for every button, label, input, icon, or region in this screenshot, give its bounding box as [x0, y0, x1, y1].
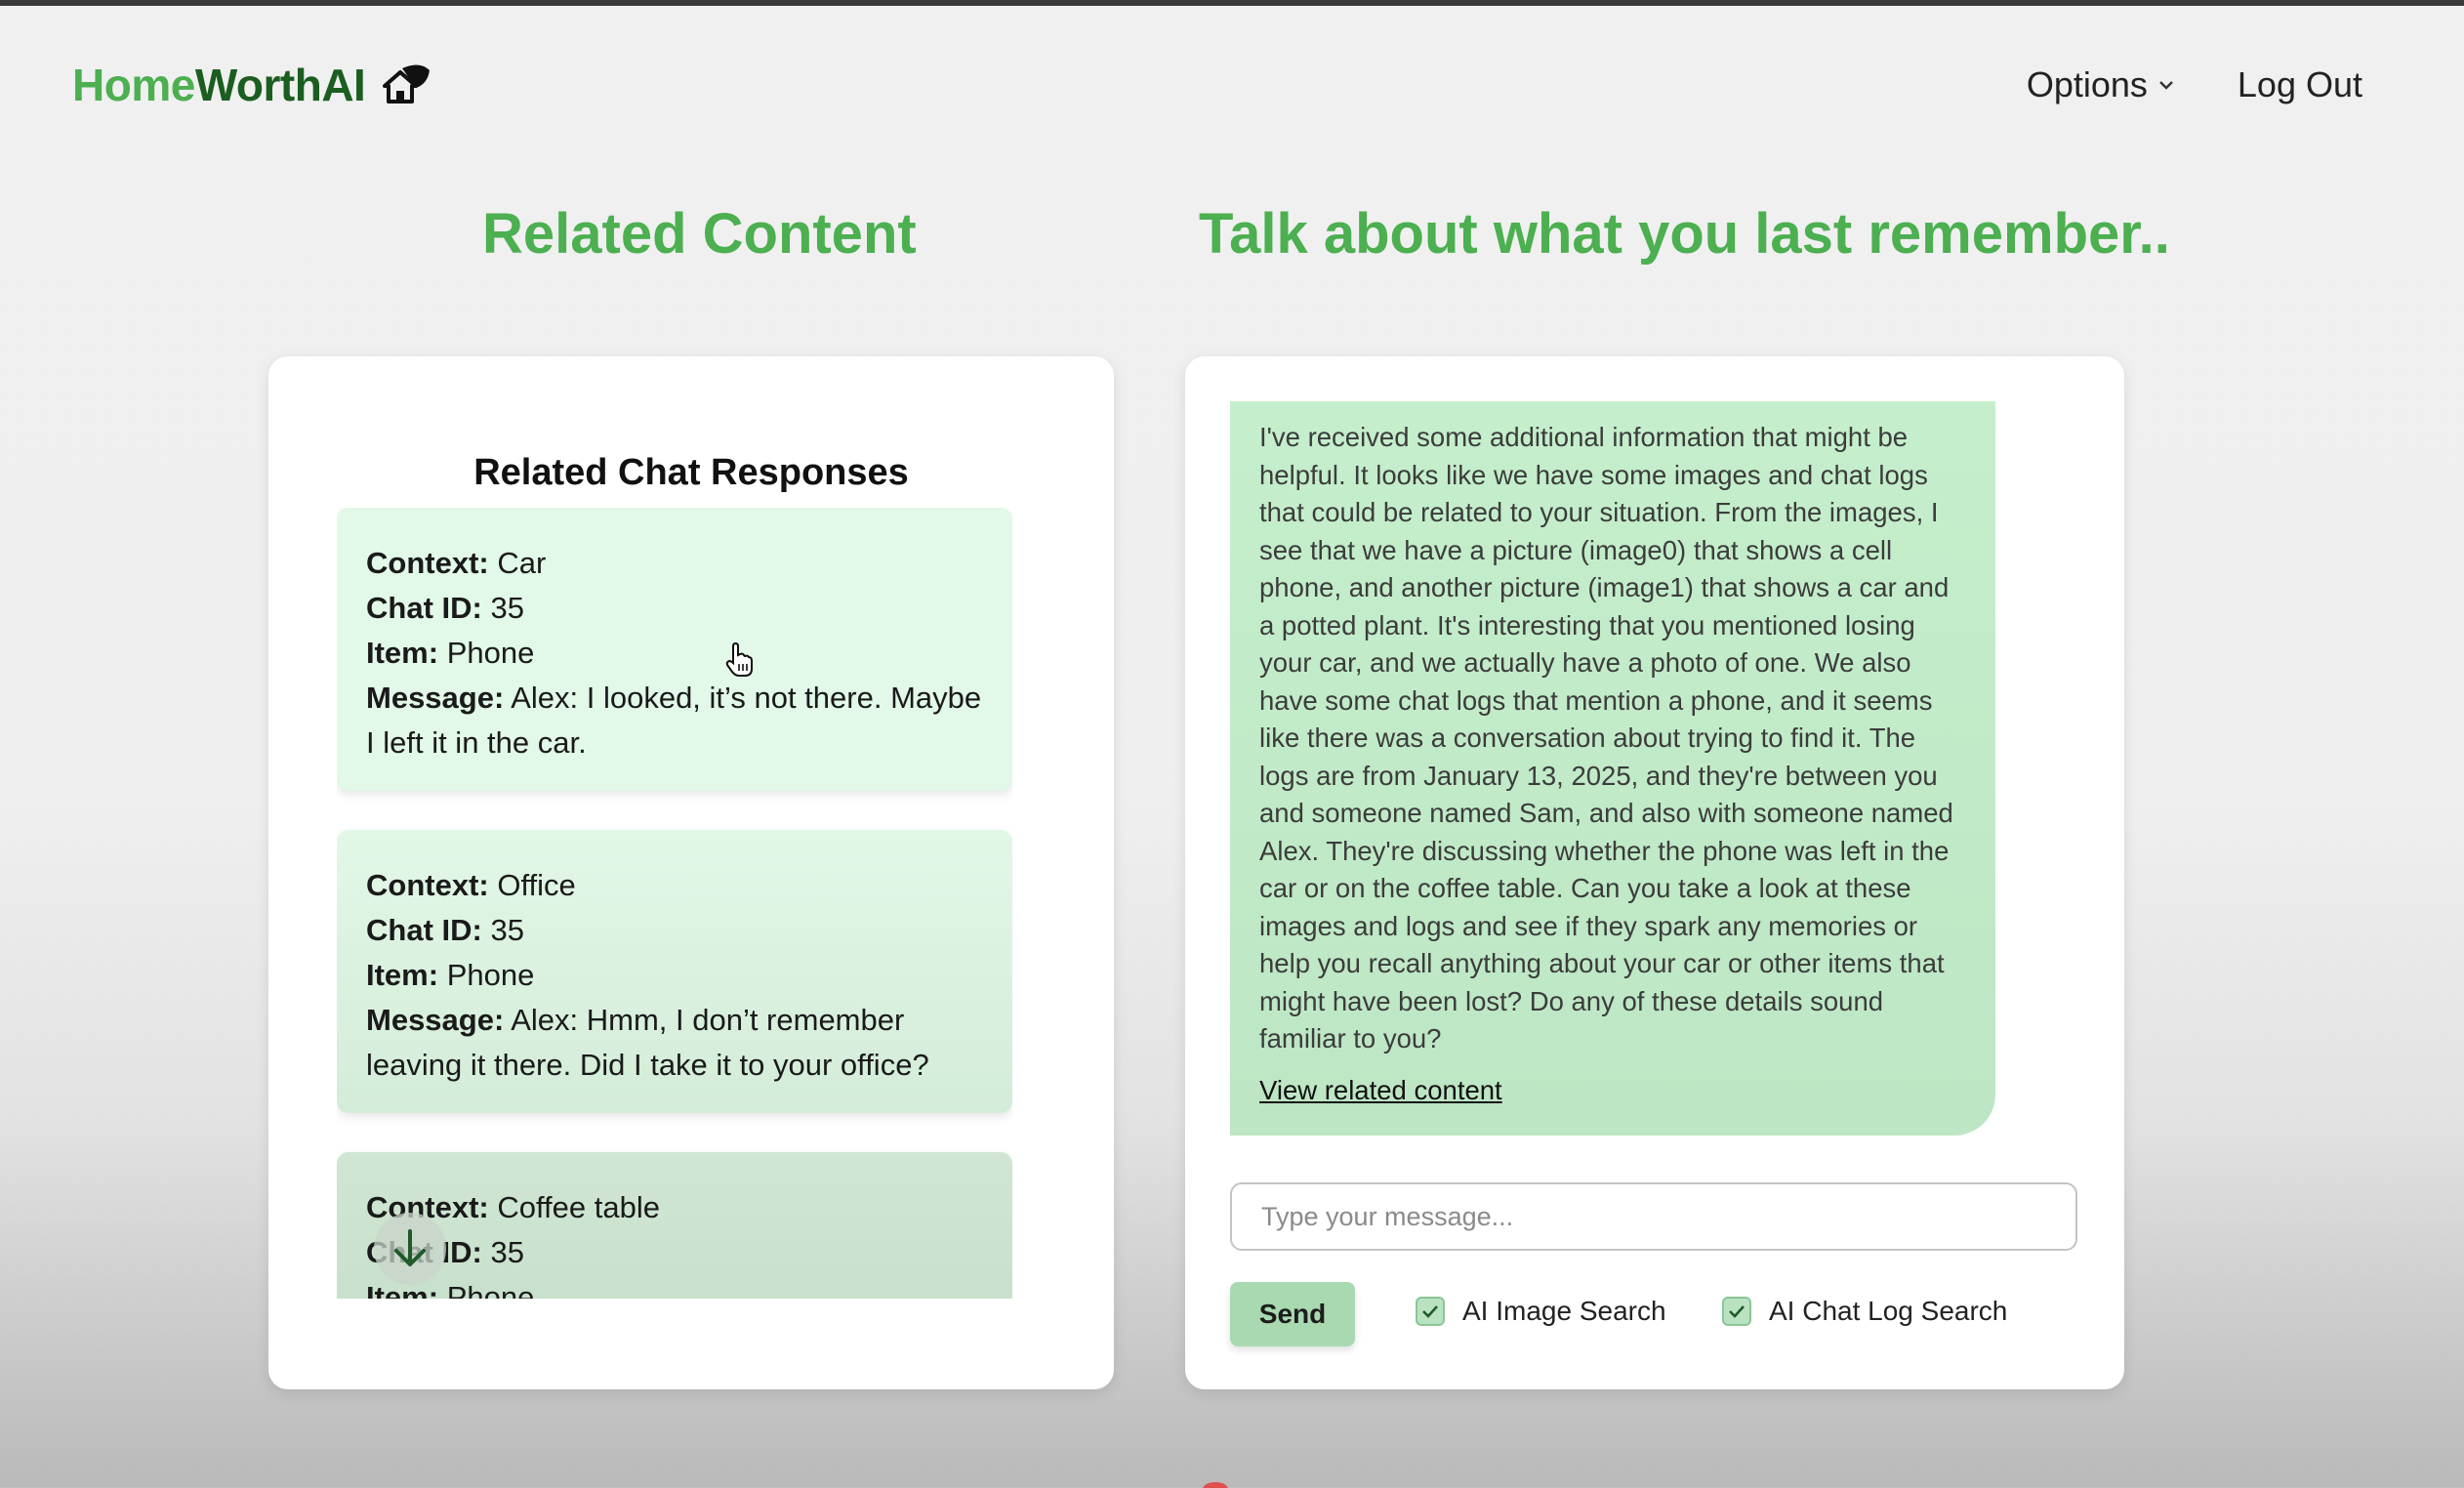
response-item: Item: Phone	[366, 631, 983, 676]
ai-chat-log-search-option[interactable]: AI Chat Log Search	[1722, 1296, 2007, 1327]
view-related-content-link[interactable]: View related content	[1259, 1072, 1502, 1110]
chevron-down-icon	[2159, 81, 2173, 90]
chat-id-label: Chat ID:	[366, 591, 482, 625]
context-label: Context:	[366, 868, 489, 902]
brand-name-part2: Worth	[194, 60, 322, 110]
window-top-border	[0, 0, 2464, 6]
response-chat-id: Chat ID: 35	[366, 586, 983, 631]
house-icon	[383, 64, 431, 103]
response-item: Item: Phone	[366, 1275, 983, 1299]
chat-panel: I've received some additional informatio…	[1185, 356, 2124, 1389]
response-item: Item: Phone	[366, 953, 983, 998]
context-value: Office	[497, 868, 576, 902]
brand-logo[interactable]: HomeWorthAI	[72, 59, 431, 111]
context-value: Car	[497, 546, 547, 580]
related-chat-responses-title: Related Chat Responses	[473, 452, 909, 493]
ai-chat-log-search-checkbox[interactable]	[1722, 1297, 1751, 1326]
item-value: Phone	[446, 1280, 535, 1299]
ai-image-search-option[interactable]: AI Image Search	[1416, 1296, 1666, 1327]
top-nav: Options Log Out	[2027, 64, 2362, 105]
chat-id-value: 35	[490, 1235, 524, 1269]
item-label: Item:	[366, 958, 439, 992]
item-value: Phone	[446, 636, 535, 670]
message-label: Message:	[366, 1003, 505, 1037]
response-context: Context: Coffee table	[366, 1185, 983, 1230]
logout-link[interactable]: Log Out	[2238, 64, 2362, 105]
options-menu[interactable]: Options	[2027, 64, 2175, 105]
context-value: Coffee table	[497, 1190, 660, 1224]
response-context: Context: Office	[366, 863, 983, 908]
brand-name-part1: Home	[72, 60, 195, 110]
checkmark-icon	[1422, 1305, 1438, 1318]
arrow-down-icon	[394, 1229, 426, 1266]
scroll-down-button[interactable]	[374, 1213, 446, 1285]
ai-message-bubble: I've received some additional informatio…	[1230, 401, 1995, 1136]
related-response-card: Context: Car Chat ID: 35 Item: Phone Mes…	[337, 508, 1012, 791]
chat-id-value: 35	[490, 913, 524, 947]
item-label: Item:	[366, 636, 439, 670]
ai-message-text: I've received some additional informatio…	[1259, 422, 1953, 1054]
related-content-heading: Related Content	[482, 202, 917, 266]
ai-image-search-checkbox[interactable]	[1416, 1297, 1445, 1326]
message-input[interactable]	[1230, 1182, 2077, 1251]
ai-image-search-label: AI Image Search	[1462, 1296, 1666, 1326]
response-chat-id: Chat ID: 35	[366, 1230, 983, 1275]
checkmark-icon	[1729, 1305, 1745, 1318]
related-response-card: Context: Office Chat ID: 35 Item: Phone …	[337, 830, 1012, 1113]
chat-id-value: 35	[490, 591, 524, 625]
response-message: Message: Alex: Hmm, I don’t remember lea…	[366, 998, 983, 1088]
hand-cursor-icon	[725, 642, 753, 677]
response-context: Context: Car	[366, 541, 983, 586]
response-message: Message: Alex: I looked, it’s not there.…	[366, 676, 983, 765]
send-button[interactable]: Send	[1230, 1282, 1355, 1346]
brand-name-part3: AI	[321, 60, 366, 110]
ai-chat-log-search-label: AI Chat Log Search	[1769, 1296, 2008, 1326]
options-menu-label: Options	[2026, 64, 2148, 104]
context-label: Context:	[366, 546, 489, 580]
related-responses-list[interactable]: Context: Car Chat ID: 35 Item: Phone Mes…	[337, 508, 1012, 1299]
notification-dot	[1203, 1482, 1228, 1488]
chat-id-label: Chat ID:	[366, 913, 482, 947]
response-chat-id: Chat ID: 35	[366, 908, 983, 953]
chat-heading: Talk about what you last remember..	[1199, 202, 2170, 266]
message-label: Message:	[366, 681, 505, 715]
brand-name: HomeWorthAI	[72, 59, 366, 111]
item-value: Phone	[446, 958, 535, 992]
